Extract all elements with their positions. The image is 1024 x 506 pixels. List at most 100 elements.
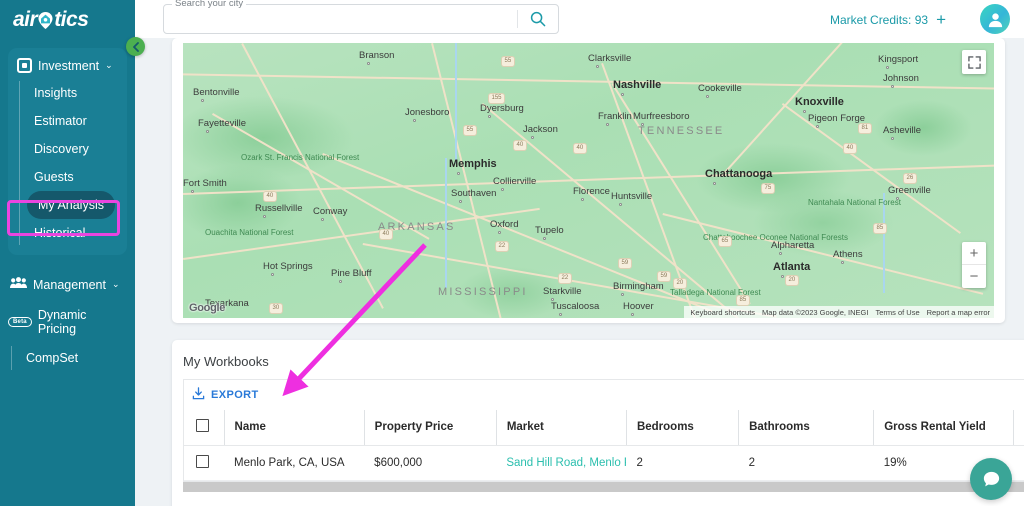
- map-city-label: Collierville: [493, 176, 537, 187]
- cell-property-price: $600,000: [364, 445, 497, 481]
- sidebar-item-label-insights[interactable]: Insights: [20, 79, 127, 107]
- report-map-error-link[interactable]: Report a map error: [927, 308, 990, 317]
- map-city-label: Johnson: [883, 73, 919, 84]
- map-highway-shield: 59: [618, 258, 632, 269]
- sidebar-item-label-discovery[interactable]: Discovery: [20, 135, 127, 163]
- map-city-label: Asheville: [883, 125, 922, 136]
- map-city-dot: [631, 313, 634, 316]
- map-city-label: Chattanooga: [705, 168, 773, 180]
- cell-market[interactable]: Sand Hill Road, Menlo Park, C.: [496, 445, 627, 481]
- sidebar-item-label-my-analysis[interactable]: My Analysis: [27, 191, 115, 219]
- column-header-bathrooms[interactable]: Bathrooms: [738, 410, 874, 446]
- map-city-label: Huntsville: [611, 191, 653, 202]
- sidebar-item-label-compset[interactable]: CompSet: [12, 344, 135, 372]
- map-highway-shield: 81: [858, 123, 872, 134]
- map-city-dot: [321, 218, 324, 221]
- sidebar-item-compset[interactable]: CompSet: [12, 344, 135, 372]
- download-icon: [192, 387, 205, 403]
- sidebar-item-insights[interactable]: Insights: [20, 79, 127, 107]
- map-city-dot: [501, 188, 504, 191]
- map-highway-shield: 22: [495, 241, 509, 252]
- cell-next: 1: [1013, 445, 1024, 481]
- column-header-property-price[interactable]: Property Price: [363, 410, 497, 446]
- map-city-dot: [781, 275, 784, 278]
- sidebar-item-label-dynamic-pricing: Dynamic Pricing: [37, 308, 87, 336]
- export-button[interactable]: EXPORT: [192, 387, 259, 403]
- map-city-dot: [339, 280, 342, 283]
- table-scrollbar-thumb[interactable]: [183, 481, 1024, 492]
- map-city-dot: [543, 237, 546, 240]
- terms-of-use-link[interactable]: Terms of Use: [875, 308, 919, 317]
- map-city-label: Southaven: [451, 188, 497, 199]
- sidebar-item-discovery[interactable]: Discovery: [20, 135, 127, 163]
- search-button[interactable]: [518, 5, 558, 33]
- map-viewport[interactable]: ARKANSAS TENNESSEE MISSISSIPPI Branson Bento…: [183, 43, 994, 318]
- market-credits[interactable]: Market Credits: 93 +: [830, 11, 946, 28]
- search-input[interactable]: [164, 5, 517, 33]
- map-city-label: Florence: [573, 186, 610, 197]
- column-header-market[interactable]: Market: [495, 410, 627, 446]
- column-header-name[interactable]: Name: [223, 410, 365, 446]
- cell-bedrooms: 2: [626, 445, 739, 481]
- sidebar-item-management[interactable]: Management ⌄: [0, 269, 135, 300]
- map-city-label: Conway: [313, 206, 348, 217]
- map-highway-shield: 30: [269, 303, 283, 314]
- map-city-dot: [459, 200, 462, 203]
- map-zoom-in-button[interactable]: +: [962, 242, 986, 265]
- table-horizontal-scrollbar[interactable]: [183, 480, 1024, 492]
- sidebar-item-guests[interactable]: Guests: [20, 163, 127, 191]
- sidebar-subitems-pricing: CompSet: [0, 344, 135, 372]
- map-city-dot: [191, 190, 194, 193]
- map-city-label: Franklin: [598, 111, 632, 122]
- keyboard-shortcuts-link[interactable]: Keyboard shortcuts: [690, 308, 755, 317]
- app-logo[interactable]: air tics: [0, 0, 135, 40]
- sidebar-collapse-button[interactable]: [126, 37, 145, 56]
- plus-icon[interactable]: +: [936, 11, 946, 28]
- map-city-label: Knoxville: [795, 96, 844, 108]
- table-row[interactable]: Menlo Park, CA, USA $600,000 Sand Hill R…: [184, 445, 1024, 481]
- sidebar-item-label-estimator[interactable]: Estimator: [20, 107, 127, 135]
- sidebar-subitems: Insights Estimator Discovery Guests My A…: [8, 79, 127, 247]
- sidebar-item-historical[interactable]: Historical: [20, 219, 127, 247]
- row-checkbox[interactable]: [196, 454, 209, 468]
- sidebar-item-investment[interactable]: Investment ⌄: [8, 52, 127, 79]
- column-header-next[interactable]: N: [1013, 410, 1024, 446]
- sidebar: air tics Investment ⌄ Insights Estimator…: [0, 0, 135, 506]
- map-highway-shield: 85: [873, 223, 887, 234]
- map-fullscreen-button[interactable]: [962, 50, 986, 74]
- map-city-label: Tuscaloosa: [551, 301, 600, 312]
- sidebar-item-estimator[interactable]: Estimator: [20, 107, 127, 135]
- table-header: Name Property Price Market Bedrooms Bath…: [184, 410, 1024, 446]
- map-city-dot: [621, 93, 624, 96]
- sidebar-item-label-historical[interactable]: Historical: [20, 219, 127, 247]
- map-forest-label: Nantahala National Forest: [808, 198, 901, 207]
- sidebar-item-dynamic-pricing[interactable]: Beta Dynamic Pricing: [0, 300, 135, 344]
- map-highway-shield: 20: [785, 275, 799, 286]
- workbooks-card: My Workbooks EXPORT Name Property Price …: [172, 340, 1024, 506]
- chat-bubble-icon: [983, 471, 999, 486]
- avatar[interactable]: [980, 4, 1010, 34]
- map-city-dot: [779, 252, 782, 255]
- map-state-label: TENNESSEE: [638, 125, 725, 137]
- fullscreen-icon: [967, 55, 981, 69]
- sidebar-item-label-guests[interactable]: Guests: [20, 163, 127, 191]
- search-label: Search your city: [172, 0, 247, 9]
- map-zoom-out-button[interactable]: −: [962, 265, 986, 288]
- export-button-label: EXPORT: [211, 389, 259, 401]
- map-highway-shield: 155: [488, 93, 506, 104]
- select-all-checkbox[interactable]: [196, 419, 209, 433]
- map-city-dot: [367, 62, 370, 65]
- logo-text-left: air: [13, 8, 38, 31]
- map-highway-shield: 22: [558, 273, 572, 284]
- column-header-gross-rental-yield[interactable]: Gross Rental Yield: [873, 410, 1014, 446]
- map-city-dot: [488, 115, 491, 118]
- map-card: ARKANSAS TENNESSEE MISSISSIPPI Branson Bento…: [172, 38, 1005, 323]
- logo-text: air tics: [13, 8, 89, 32]
- sidebar-item-my-analysis[interactable]: My Analysis: [20, 191, 127, 219]
- map-city-dot: [706, 95, 709, 98]
- map-highway-shield: 20: [673, 278, 687, 289]
- chat-button[interactable]: [970, 458, 1012, 500]
- chevron-left-icon: [132, 41, 139, 52]
- map-zoom-controls: + −: [962, 242, 986, 288]
- column-header-bedrooms[interactable]: Bedrooms: [625, 410, 739, 446]
